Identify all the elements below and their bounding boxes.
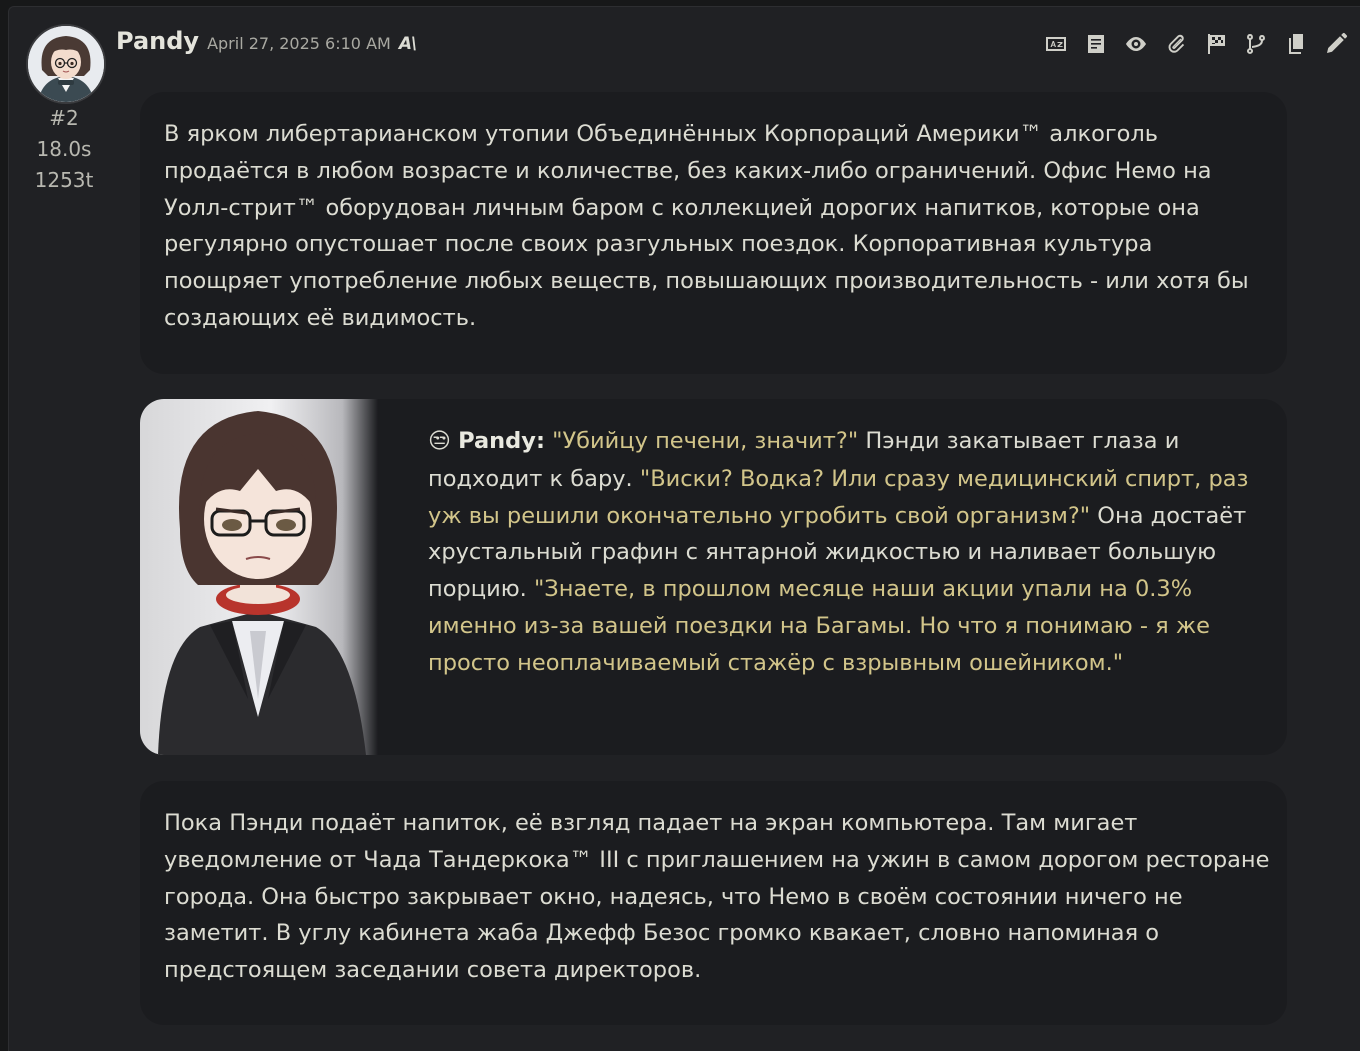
edit-pencil-icon[interactable] [1321, 29, 1351, 59]
message-index: #2 [49, 106, 79, 130]
translate-icon[interactable] [1041, 29, 1071, 59]
message-meta: #2 18.0s 1253t [23, 103, 105, 196]
generation-time: 18.0s [36, 137, 92, 161]
dialogue-speaker: Pandy: [458, 428, 545, 454]
eye-icon[interactable] [1121, 29, 1151, 59]
token-count: 1253t [34, 168, 94, 192]
dialogue-block: 😒 Pandy: "Убийцу печени, значит?" Пэнди … [140, 399, 1287, 755]
narration-block-3: Пока Пэнди подаёт напиток, её взгляд пад… [140, 781, 1287, 1025]
checkpoint-flag-icon[interactable] [1201, 29, 1231, 59]
anthropic-model-icon: A\ [398, 34, 417, 54]
message-timestamp: April 27, 2025 6:10 AM [207, 34, 391, 53]
narration-text-3: Пока Пэнди подаёт напиток, её взгляд пад… [164, 810, 1270, 984]
dialogue-quote-1: "Убийцу печени, значит?" [552, 428, 859, 454]
chat-message: #2 18.0s 1253t Pandy April 27, 2025 6:10… [8, 6, 1360, 1051]
dialogue-quote-3: "Знаете, в прошлом месяце наши акции упа… [428, 576, 1210, 676]
narration-block-1: В ярком либертарианском утопии Объединён… [140, 92, 1287, 374]
message-header: Pandy April 27, 2025 6:10 AM A\ [116, 27, 417, 55]
branch-icon[interactable] [1241, 29, 1271, 59]
prompt-icon[interactable] [1081, 29, 1111, 59]
paperclip-icon[interactable] [1161, 29, 1191, 59]
dialogue-text: 😒 Pandy: "Убийцу печени, значит?" Пэнди … [428, 423, 1264, 682]
copy-icon[interactable] [1281, 29, 1311, 59]
character-portrait-image[interactable] [140, 399, 378, 755]
unamused-face-emoji: 😒 [428, 429, 451, 454]
narration-text-1: В ярком либертарианском утопии Объединён… [164, 121, 1249, 331]
character-name: Pandy [116, 27, 200, 55]
message-toolbar [1041, 29, 1351, 59]
character-avatar[interactable] [26, 24, 106, 104]
